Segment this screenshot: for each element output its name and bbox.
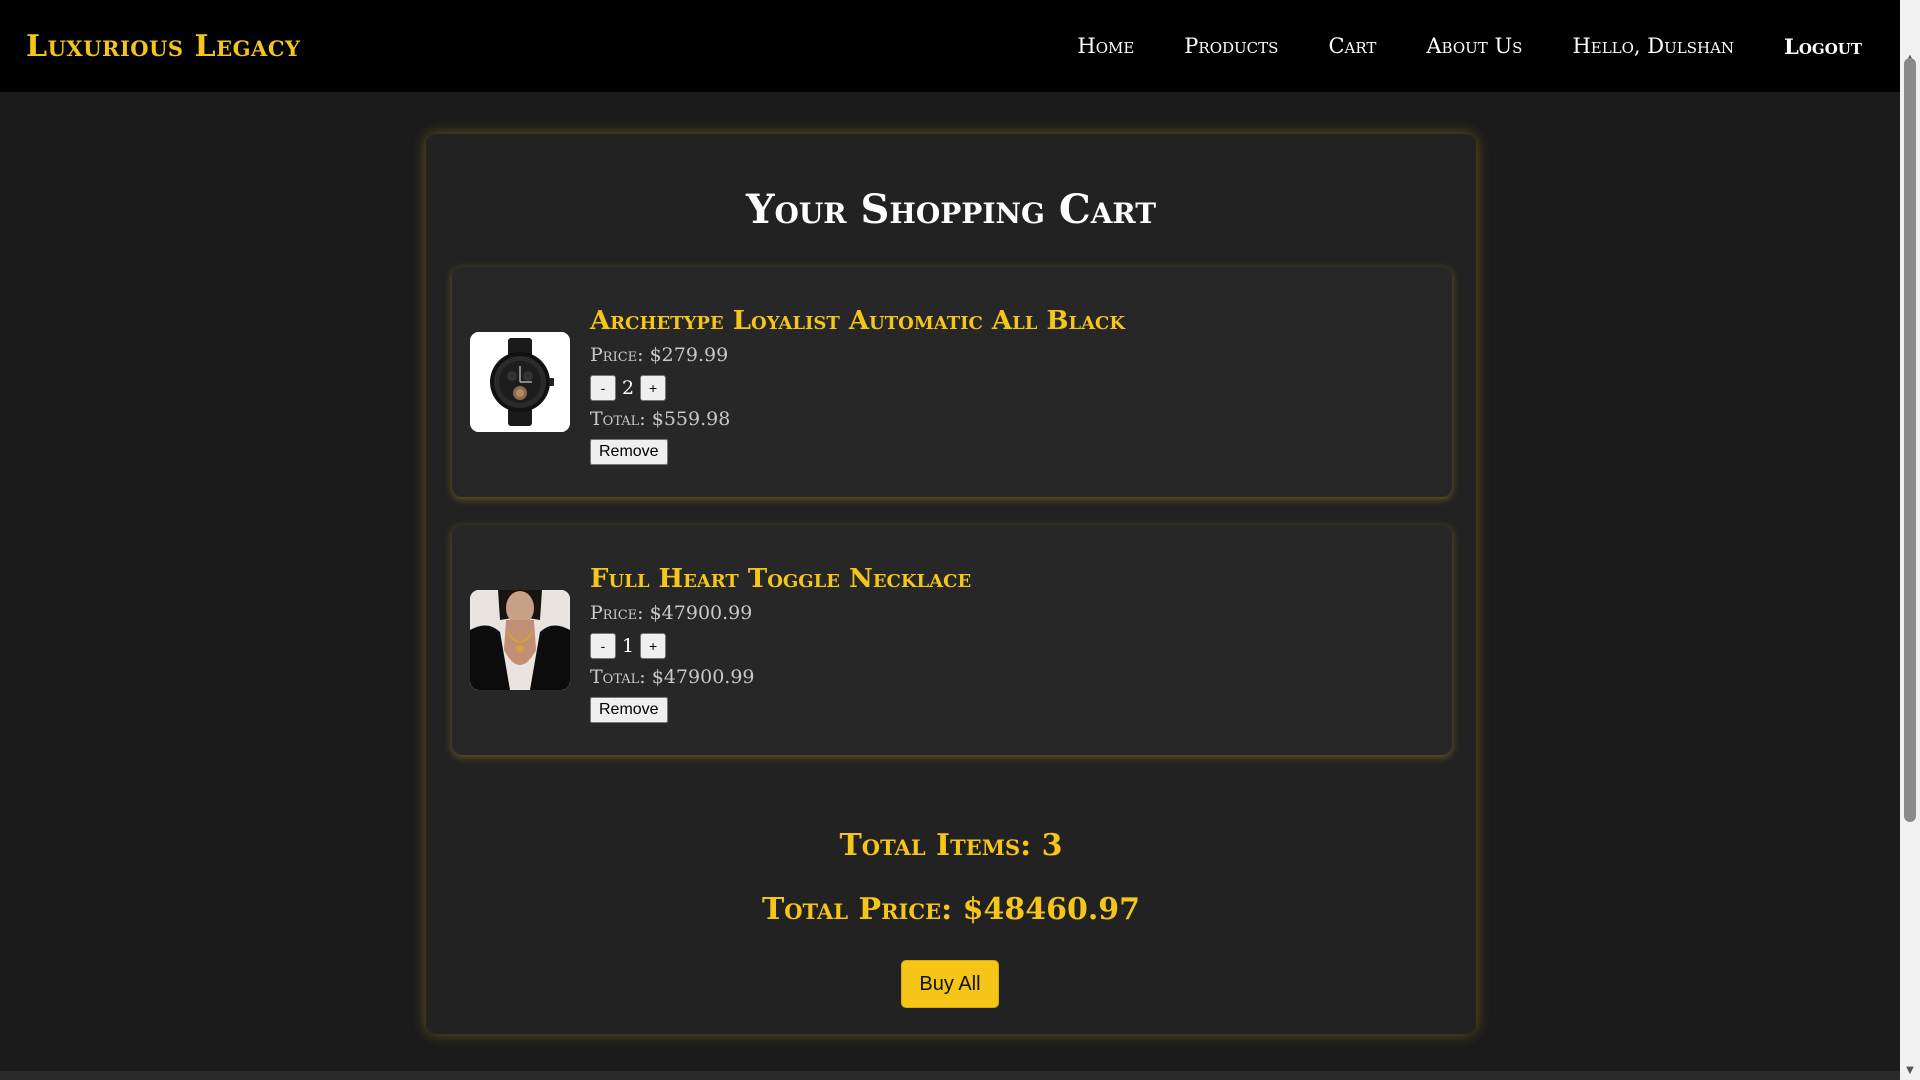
brand-logo[interactable]: Luxurious Legacy	[26, 29, 301, 64]
nav-logout[interactable]: Logout	[1784, 34, 1862, 59]
item-name: Archetype Loyalist Automatic All Black	[590, 306, 1126, 336]
increase-quantity-button[interactable]: +	[640, 375, 667, 401]
increase-quantity-button[interactable]: +	[640, 633, 667, 659]
product-image-watch[interactable]	[470, 332, 570, 432]
user-greeting: Hello, Dulshan	[1572, 34, 1735, 58]
top-navbar: Luxurious Legacy Home Products Cart Abou…	[0, 0, 1900, 92]
scroll-down-icon[interactable]: ▼	[1900, 1062, 1920, 1080]
remove-item-button[interactable]: Remove	[590, 439, 668, 465]
item-price: Price: $47900.99	[590, 602, 753, 624]
product-image-necklace[interactable]	[470, 590, 570, 690]
item-price: Price: $279.99	[590, 344, 729, 366]
item-total: Total: $47900.99	[590, 666, 755, 688]
decrease-quantity-button[interactable]: -	[590, 375, 616, 401]
quantity-value: 2	[622, 377, 635, 399]
cart-panel: Your Shopping Cart Archetype Loyalist Au…	[426, 134, 1476, 1034]
necklace-icon	[470, 590, 570, 690]
scrollbar-thumb[interactable]	[1904, 58, 1916, 822]
watch-icon	[470, 332, 570, 432]
cart-item: Archetype Loyalist Automatic All Black P…	[452, 267, 1452, 497]
page-bottom-edge	[0, 1071, 1900, 1080]
buy-all-button[interactable]: Buy All	[901, 960, 999, 1008]
item-total: Total: $559.98	[590, 408, 731, 430]
nav-products[interactable]: Products	[1184, 34, 1278, 58]
nav-home[interactable]: Home	[1077, 34, 1134, 58]
item-name: Full Heart Toggle Necklace	[590, 564, 972, 594]
quantity-stepper: - 2 +	[590, 375, 1125, 401]
decrease-quantity-button[interactable]: -	[590, 633, 616, 659]
vertical-scrollbar[interactable]: ▲ ▼	[1900, 0, 1920, 1080]
nav-about-us[interactable]: About Us	[1426, 34, 1522, 58]
nav-menu: Home Products Cart About Us Hello, Dulsh…	[1027, 34, 1862, 59]
remove-item-button[interactable]: Remove	[590, 697, 668, 723]
nav-cart[interactable]: Cart	[1328, 34, 1376, 58]
quantity-value: 1	[622, 635, 635, 657]
total-items: Total Items: 3	[839, 828, 1063, 863]
total-price: Total Price: $48460.97	[761, 892, 1141, 927]
cart-item: Full Heart Toggle Necklace Price: $47900…	[452, 525, 1452, 755]
page-title: Your Shopping Cart	[745, 186, 1157, 233]
item-details: Full Heart Toggle Necklace Price: $47900…	[590, 563, 971, 723]
quantity-stepper: - 1 +	[590, 633, 971, 659]
item-details: Archetype Loyalist Automatic All Black P…	[590, 305, 1125, 465]
